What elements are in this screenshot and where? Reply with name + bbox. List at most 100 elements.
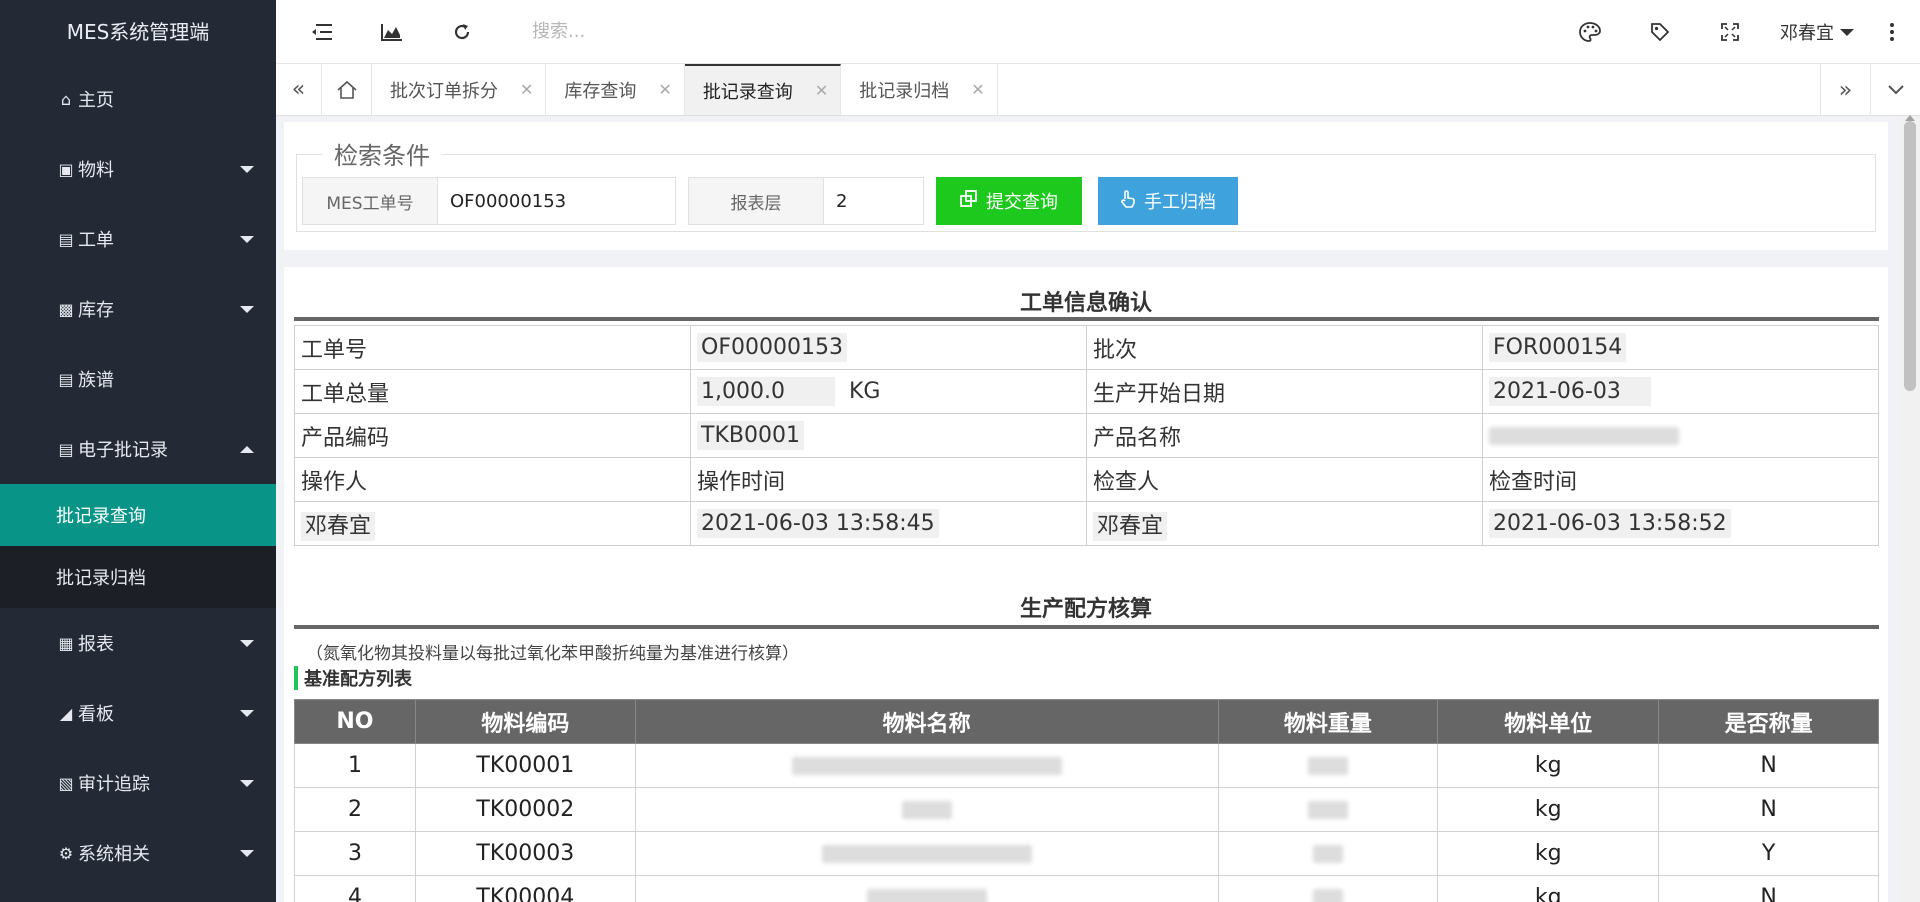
more-vertical-icon[interactable]	[1880, 12, 1904, 52]
record-main: 工单信息确认 工单号 OF00000153 批次 FOR000154 工单总量 …	[284, 267, 1888, 902]
search-input[interactable]	[532, 13, 832, 50]
product-code-value: TKB0001	[697, 421, 804, 450]
op-time-label: 操作时间	[690, 457, 1087, 502]
total-label: 工单总量	[294, 369, 691, 414]
cell-code: TK00001	[414, 743, 636, 788]
cube-icon: ▣	[58, 159, 74, 179]
menu-toggle-icon[interactable]	[302, 12, 342, 52]
cell-unit: kg	[1437, 787, 1660, 832]
chevron-down-icon[interactable]	[1870, 64, 1920, 116]
cell-no: 3	[294, 831, 416, 876]
check-time-value: 2021-06-03 13:58:52	[1489, 509, 1731, 538]
product-name-redacted	[1489, 427, 1679, 445]
divider	[294, 317, 1879, 321]
formula-note: （氮氧化物其投料量以每批过氧化苯甲酸折纯量为基准进行核算）	[306, 644, 799, 664]
table-row: 操作人 操作时间 检查人 检查时间	[294, 457, 1879, 502]
tab-batch-record-query[interactable]: 批记录查询 ✕	[684, 64, 842, 115]
caret-down-icon	[1840, 28, 1854, 36]
sidebar-item-ebr[interactable]: ▤ 电子批记录	[0, 414, 276, 484]
total-unit: KG	[848, 379, 881, 404]
manual-archive-button[interactable]: 手工归档	[1098, 177, 1238, 225]
cell-unit: kg	[1437, 743, 1660, 788]
sidebar-item-label: 审计追踪	[78, 774, 150, 795]
caret-down-icon	[240, 779, 254, 787]
table-row: 工单号 OF00000153 批次 FOR000154	[294, 325, 1879, 370]
sidebar-item-dashboard[interactable]: ◢ 看板	[0, 678, 276, 748]
sidebar: MES系统管理端 ⌂ 主页 ▣ 物料 ▤ 工单 ▩ 库存 ▤ 族谱 ▤ 电子批记…	[0, 0, 276, 902]
material-name-redacted	[866, 889, 987, 902]
excel-icon: ▦	[58, 633, 74, 653]
sidebar-item-report[interactable]: ▦ 报表	[0, 608, 276, 678]
search-legend: 检索条件	[322, 136, 442, 171]
area-chart-icon[interactable]	[372, 12, 412, 52]
caret-down-icon	[240, 165, 254, 173]
close-icon[interactable]: ✕	[520, 80, 533, 99]
tab-inventory-query[interactable]: 库存查询 ✕	[546, 64, 685, 115]
sidebar-subitem-batch-query[interactable]: 批记录查询	[0, 484, 276, 546]
submit-query-label: 提交查询	[986, 192, 1058, 213]
sidebar-item-genealogy[interactable]: ▤ 族谱	[0, 344, 276, 414]
file-icon: ▤	[58, 229, 74, 249]
tag-icon[interactable]	[1640, 12, 1680, 52]
tab-batch-order-split[interactable]: 批次订单拆分 ✕	[372, 64, 547, 115]
sidebar-item-workorder[interactable]: ▤ 工单	[0, 204, 276, 274]
caret-down-icon	[240, 709, 254, 717]
batch-label: 批次	[1086, 325, 1483, 370]
sidebar-item-label: 主页	[78, 90, 114, 111]
cell-code: TK00003	[414, 831, 636, 876]
sidebar-subitem-batch-archive[interactable]: 批记录归档	[0, 546, 276, 608]
mes-order-input[interactable]	[438, 177, 676, 225]
sidebar-item-material[interactable]: ▣ 物料	[0, 134, 276, 204]
topbar: 邓春宜	[276, 0, 1920, 64]
sidebar-item-inventory[interactable]: ▩ 库存	[0, 274, 276, 344]
cell-no: 2	[294, 787, 416, 832]
col-unit: 物料单位	[1437, 699, 1660, 744]
pdf-icon: ▤	[58, 439, 74, 459]
sidebar-item-home[interactable]: ⌂ 主页	[0, 64, 276, 134]
table-row: 4 TK00004 kg N	[294, 875, 1879, 902]
product-name-label: 产品名称	[1086, 413, 1483, 458]
tab-label: 批记录归档	[859, 80, 950, 102]
sidebar-item-audit[interactable]: ▧ 审计追踪	[0, 748, 276, 818]
sidebar-item-system[interactable]: ⚙ 系统相关	[0, 818, 276, 888]
sidebar-item-label: 看板	[78, 704, 114, 725]
tabs-scroll-right-icon[interactable]: »	[1820, 64, 1870, 116]
scrollbar-thumb[interactable]	[1904, 121, 1916, 391]
cell-code: TK00002	[414, 787, 636, 832]
table-row: 工单总量 1,000.0 KG 生产开始日期 2021-06-03	[294, 369, 1879, 414]
start-date-label: 生产开始日期	[1086, 369, 1483, 414]
order-info-title: 工单信息确认	[1019, 291, 1152, 316]
checker-value: 邓春宜	[1093, 511, 1168, 541]
home-icon: ⌂	[60, 89, 72, 109]
order-no-label: 工单号	[294, 325, 691, 370]
vertical-scrollbar[interactable]	[1900, 115, 1920, 902]
col-weight: 物料重量	[1217, 699, 1439, 744]
col-code: 物料编码	[414, 699, 636, 744]
fullscreen-icon[interactable]	[1710, 12, 1750, 52]
batch-value: FOR000154	[1489, 333, 1627, 362]
start-date-value: 2021-06-03	[1489, 377, 1651, 406]
operator-value: 邓春宜	[301, 511, 376, 541]
close-icon[interactable]: ✕	[971, 80, 984, 99]
user-name: 邓春宜	[1780, 23, 1834, 44]
close-icon[interactable]: ✕	[658, 80, 671, 99]
caret-up-icon	[240, 445, 254, 453]
palette-icon[interactable]	[1570, 12, 1610, 52]
col-no: NO	[294, 699, 416, 744]
submit-query-button[interactable]: 提交查询	[936, 177, 1082, 225]
cell-no: 1	[294, 743, 416, 788]
close-icon[interactable]: ✕	[815, 81, 828, 100]
refresh-icon[interactable]	[442, 12, 482, 52]
formula-title: 生产配方核算	[1019, 597, 1152, 622]
table-row: 邓春宜 2021-06-03 13:58:45 邓春宜 2021-06-03 1…	[294, 501, 1879, 546]
tabs-scroll-left-icon[interactable]: «	[276, 64, 322, 115]
cubes-icon: ▩	[58, 299, 74, 319]
cell-weighed: N	[1658, 875, 1879, 902]
sidebar-item-label: 系统相关	[78, 844, 150, 865]
tab-batch-record-archive[interactable]: 批记录归档 ✕	[841, 64, 998, 115]
tabs-bar: « 批次订单拆分 ✕ 库存查询 ✕ 批记录查询 ✕ 批记录归档 ✕ »	[276, 64, 1920, 116]
user-menu[interactable]: 邓春宜	[1780, 19, 1854, 45]
op-time-value: 2021-06-03 13:58:45	[697, 509, 939, 538]
report-level-input[interactable]	[824, 177, 924, 225]
home-tab-icon[interactable]	[322, 64, 372, 115]
